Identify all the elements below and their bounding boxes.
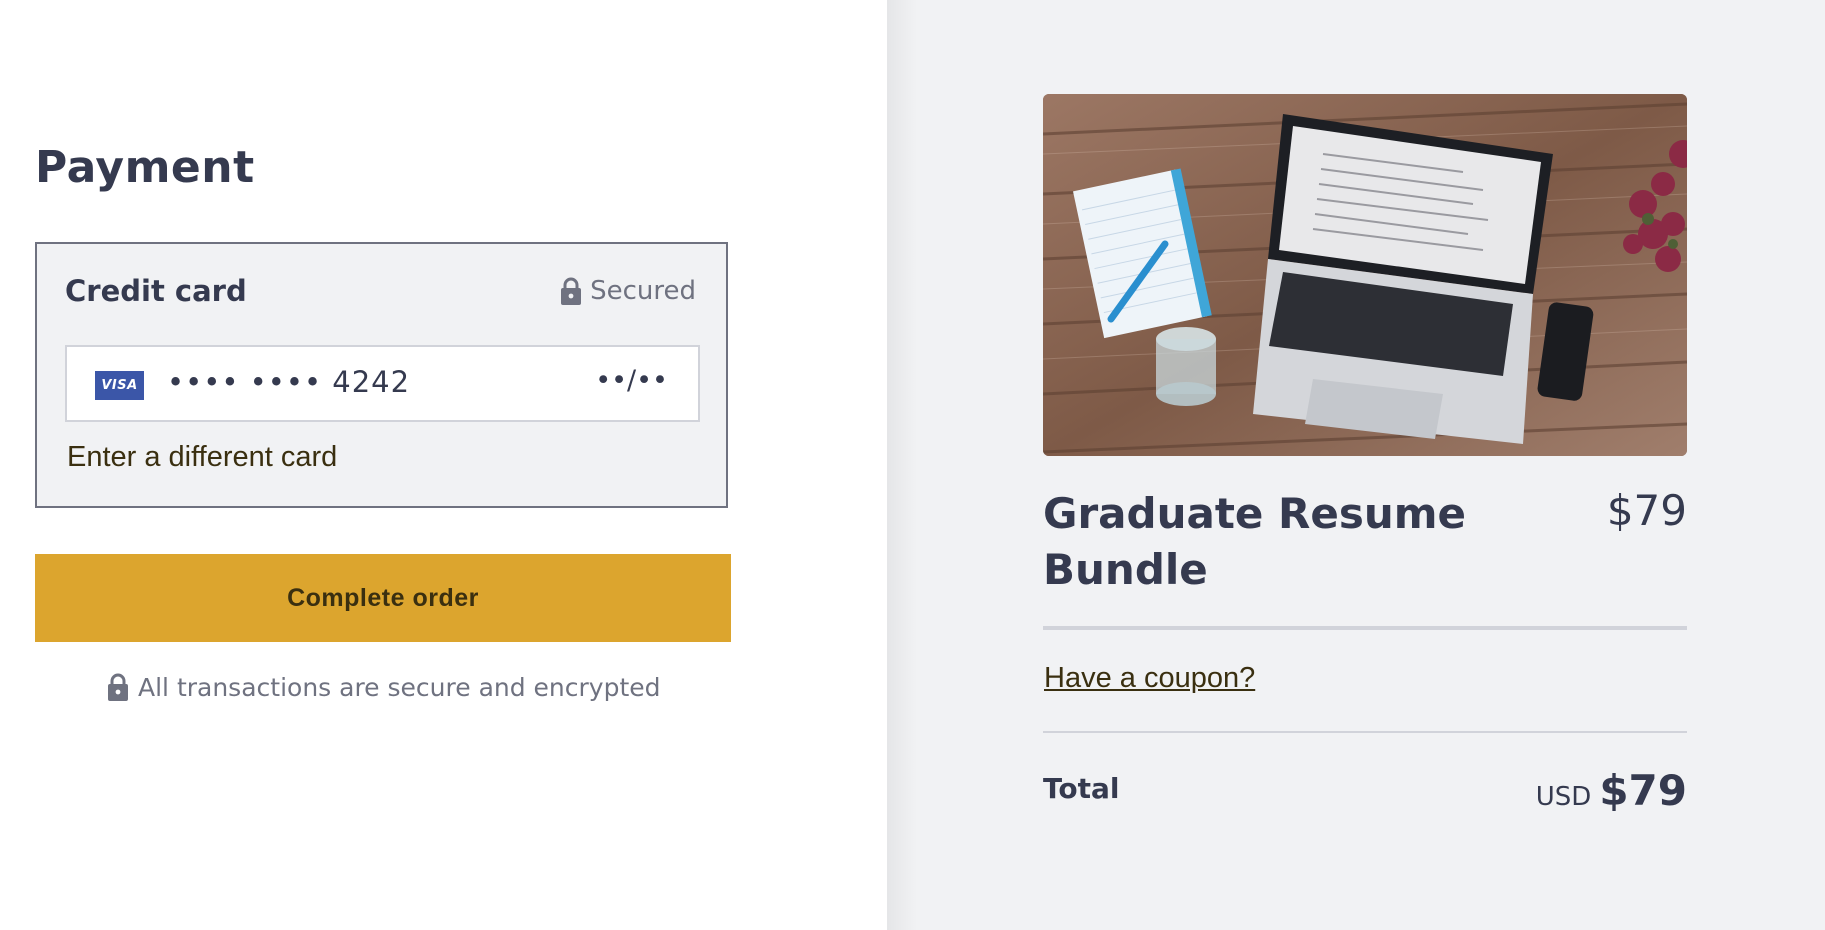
secure-note-text: All transactions are secure and encrypte… xyxy=(138,672,661,702)
card-number: •••• •••• 4242 xyxy=(167,365,411,399)
divider xyxy=(1043,626,1687,630)
complete-order-button[interactable]: Complete order xyxy=(35,554,731,642)
page-title: Payment xyxy=(35,142,255,193)
product-image xyxy=(1043,94,1687,456)
visa-icon: VISA xyxy=(95,371,144,400)
lock-icon xyxy=(107,672,129,702)
different-card-link[interactable]: Enter a different card xyxy=(67,441,337,474)
credit-card-title: Credit card xyxy=(65,274,247,308)
secured-label: Secured xyxy=(590,276,696,306)
lock-icon xyxy=(560,276,582,306)
saved-card-field[interactable]: VISA •••• •••• 4242 ••/•• xyxy=(65,345,700,422)
divider xyxy=(1043,731,1687,733)
total-amount: $79 xyxy=(1599,766,1687,815)
coupon-link[interactable]: Have a coupon? xyxy=(1044,662,1255,695)
total-value: USD $79 xyxy=(1536,766,1687,815)
payment-panel: Payment Credit card Secured VISA •••• ••… xyxy=(0,0,887,930)
secured-badge: Secured xyxy=(560,276,696,306)
product-name: Graduate Resume Bundle xyxy=(1043,489,1466,594)
card-expiry: ••/•• xyxy=(595,365,668,396)
total-currency: USD xyxy=(1535,782,1592,812)
credit-card-section: Credit card Secured VISA •••• •••• 4242 … xyxy=(35,242,728,508)
product-price: $79 xyxy=(1606,486,1687,535)
total-label: Total xyxy=(1043,772,1120,805)
secure-note: All transactions are secure and encrypte… xyxy=(107,672,661,702)
